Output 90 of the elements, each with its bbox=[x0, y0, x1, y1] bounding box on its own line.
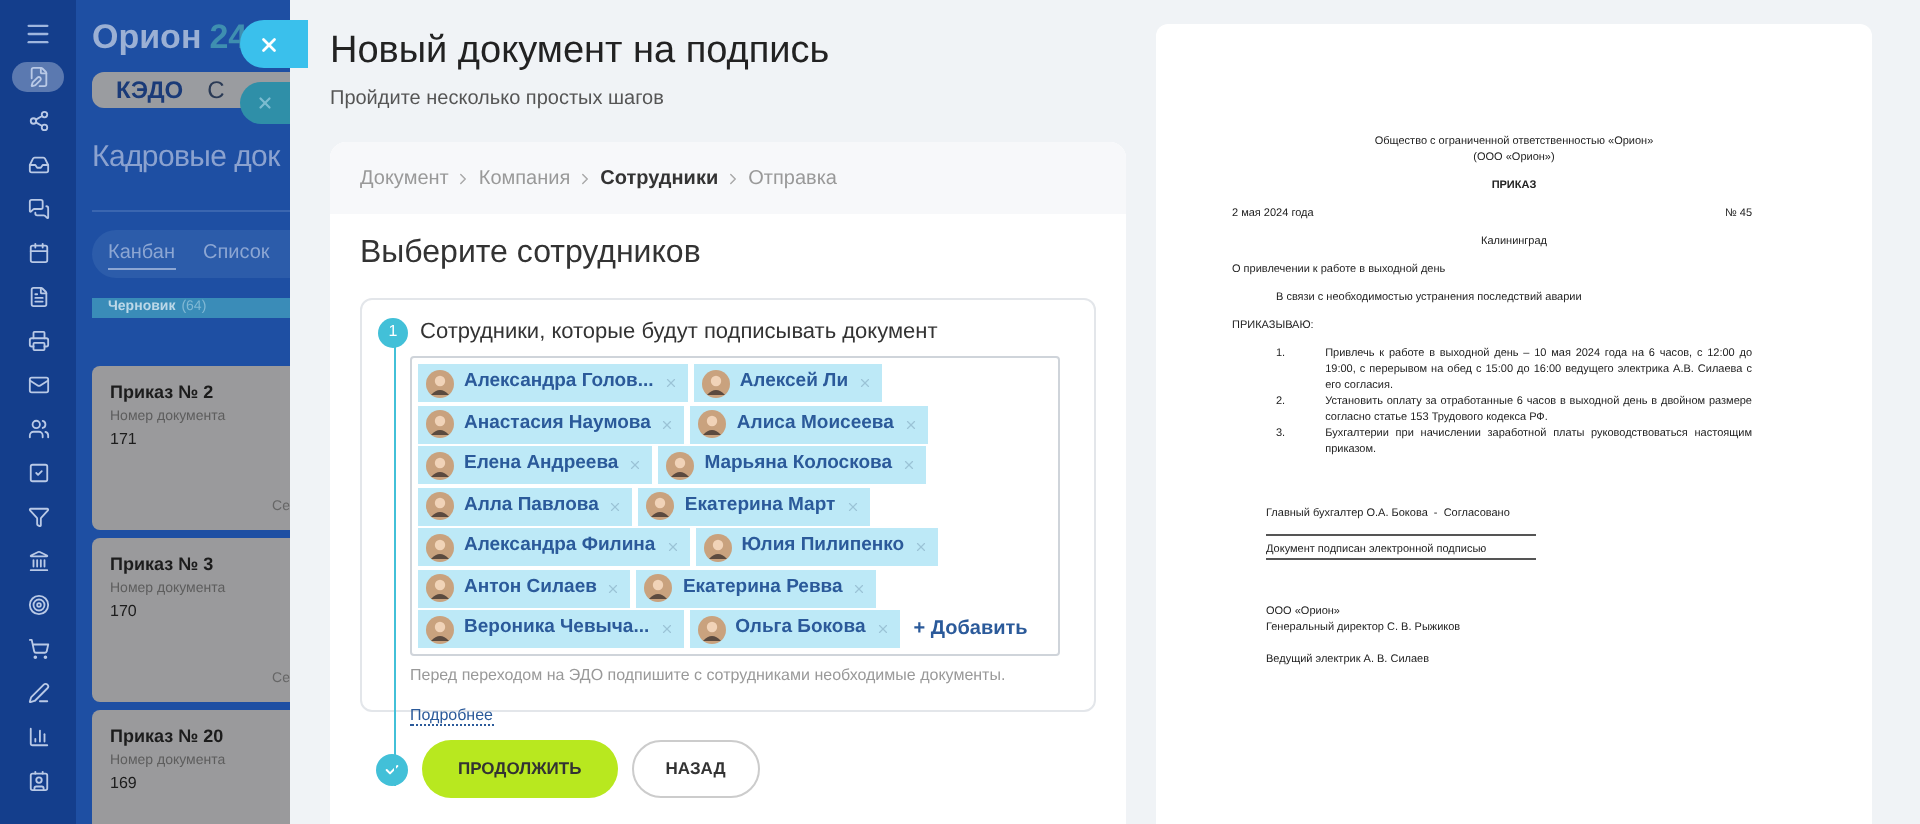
close-icon bbox=[256, 94, 274, 112]
tab[interactable]: КЭДО bbox=[116, 72, 184, 108]
employee-name: Екатерина Март bbox=[684, 491, 836, 520]
employee-chip[interactable]: Марьяна Колоскова bbox=[658, 446, 927, 484]
bar-chart-icon bbox=[27, 726, 49, 748]
menu-icon[interactable] bbox=[24, 20, 52, 48]
employee-chip[interactable]: Елена Андреева bbox=[418, 446, 653, 484]
card-number: 171 bbox=[110, 428, 139, 452]
page-title: Кадровые док bbox=[92, 138, 280, 178]
document-edit-icon bbox=[27, 66, 49, 88]
employee-name: Вероника Чевыча... bbox=[464, 614, 650, 643]
cart-icon bbox=[27, 638, 49, 660]
avatar-icon bbox=[426, 369, 454, 397]
employee-chip[interactable]: Анастасия Наумова bbox=[418, 405, 685, 443]
avatar-icon bbox=[426, 615, 454, 643]
app-logo: Орион bbox=[92, 16, 202, 60]
avatar-icon bbox=[426, 451, 454, 479]
mail-icon bbox=[27, 374, 49, 396]
hint-text: Перед переходом на ЭДО подпишите с сотрудниками необходимые документы. bbox=[410, 664, 1008, 688]
avatar-icon bbox=[701, 369, 730, 397]
document-icon bbox=[27, 286, 49, 308]
share-icon bbox=[27, 110, 49, 132]
close-button[interactable] bbox=[240, 82, 290, 124]
contact-card-icon bbox=[27, 770, 49, 792]
filter-icon bbox=[27, 506, 49, 528]
avatar-icon bbox=[426, 574, 454, 602]
employee-name: Александра Голов... bbox=[464, 368, 654, 397]
avatar-icon bbox=[426, 410, 454, 438]
card-title: Приказ № 20 bbox=[110, 724, 226, 750]
avatar-icon bbox=[697, 615, 726, 643]
breadcrumb[interactable]: Документ bbox=[360, 163, 449, 193]
card-number: 169 bbox=[110, 772, 139, 796]
employee-chip[interactable]: Александра Голов... bbox=[418, 364, 688, 402]
back-button[interactable]: НАЗАД bbox=[631, 740, 760, 798]
step-label: Сотрудники, которые будут подписывать документ bbox=[420, 317, 938, 348]
more-link[interactable]: Подробнее bbox=[410, 706, 493, 726]
employee-chip[interactable]: Екатерина Ревва bbox=[636, 569, 877, 607]
avatar-icon bbox=[426, 533, 454, 561]
breadcrumb[interactable]: Отправка bbox=[748, 163, 837, 193]
employee-name: Екатерина Ревва bbox=[682, 573, 843, 602]
employee-name: Елена Андреева bbox=[464, 450, 619, 479]
chat-icon bbox=[27, 198, 49, 220]
add-link[interactable]: + Добавить bbox=[913, 614, 1028, 644]
employee-chip[interactable]: Алиса Моисеева bbox=[690, 405, 928, 443]
step-number: 1 bbox=[378, 317, 408, 347]
avatar-icon bbox=[698, 410, 727, 438]
employee-chip[interactable]: Алла Павлова bbox=[418, 487, 633, 525]
employee-name: Алиса Моисеева bbox=[736, 409, 894, 438]
avatar-icon bbox=[644, 574, 673, 602]
inbox-icon bbox=[27, 154, 49, 176]
panel-subtitle: Пройдите несколько простых шагов bbox=[330, 86, 666, 114]
employee-name: Юлия Пилипенко bbox=[741, 532, 905, 561]
employee-chip[interactable]: Юлия Пилипенко bbox=[695, 528, 939, 566]
calendar-icon bbox=[27, 242, 49, 264]
employee-name: Анастасия Наумова bbox=[464, 409, 651, 438]
breadcrumb[interactable]: Сотрудники bbox=[600, 163, 719, 193]
employee-name: Александра Филина bbox=[464, 532, 656, 561]
panel-title: Новый документ на подпись bbox=[330, 28, 832, 76]
card-title: Приказ № 2 bbox=[110, 380, 216, 406]
card-title: Приказ № 3 bbox=[110, 552, 216, 578]
checkbox-icon bbox=[27, 462, 49, 484]
target-icon bbox=[27, 594, 49, 616]
avatar-icon bbox=[426, 492, 454, 520]
avatar-icon bbox=[666, 451, 695, 479]
sidebar-item[interactable] bbox=[12, 62, 64, 92]
section-heading: Выберите сотрудников bbox=[360, 234, 703, 274]
employee-chip[interactable]: Вероника Чевыча... bbox=[418, 610, 684, 648]
employee-name: Алексей Ли bbox=[739, 368, 849, 397]
close-button[interactable] bbox=[240, 20, 308, 68]
printer-icon bbox=[27, 330, 49, 352]
employee-chip[interactable]: Антон Силаев bbox=[418, 569, 631, 607]
bank-icon bbox=[27, 550, 49, 572]
employee-picker[interactable] bbox=[410, 356, 1060, 656]
avatar-icon bbox=[703, 533, 732, 561]
employee-chip[interactable]: Алексей Ли bbox=[693, 364, 883, 402]
avatar-icon bbox=[646, 492, 675, 520]
employee-name: Марьяна Колоскова bbox=[704, 450, 893, 479]
people-icon bbox=[27, 418, 49, 440]
breadcrumb[interactable]: Компания bbox=[478, 163, 571, 193]
employee-chip[interactable]: Екатерина Март bbox=[638, 487, 870, 525]
employee-name: Антон Силаев bbox=[464, 573, 597, 602]
employee-name: Алла Павлова bbox=[464, 491, 599, 520]
employee-name: Ольга Бокова bbox=[735, 614, 866, 643]
tab[interactable]: С bbox=[207, 72, 225, 108]
pen-icon bbox=[27, 682, 49, 704]
continue-button[interactable]: ПРОДОЛЖИТЬ bbox=[422, 740, 618, 798]
employee-chip[interactable]: Александра Филина bbox=[418, 528, 690, 566]
close-icon bbox=[258, 33, 280, 55]
employee-chip[interactable]: Ольга Бокова bbox=[689, 610, 900, 648]
card-number: 170 bbox=[110, 600, 139, 624]
